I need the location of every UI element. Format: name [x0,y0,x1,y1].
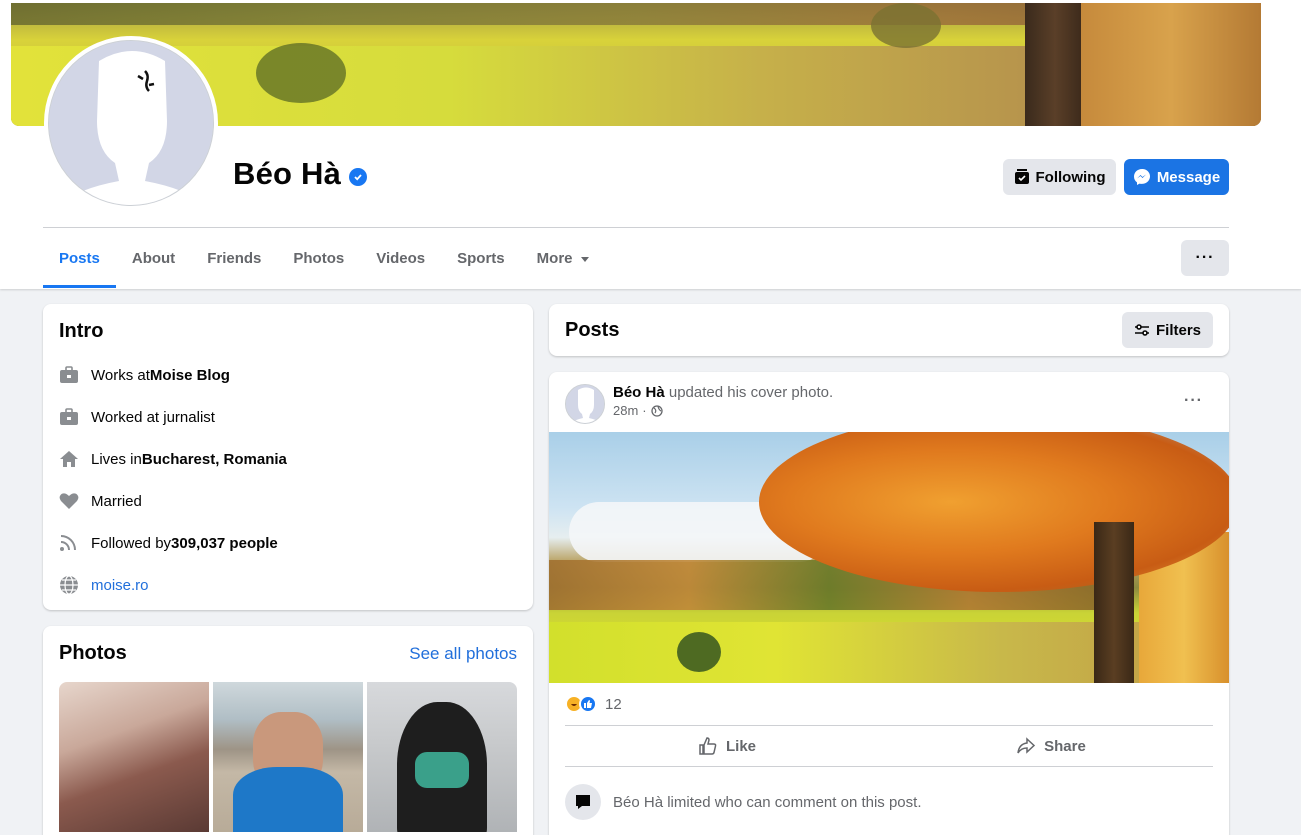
post-card: Béo Hà updated his cover photo. 28m · ··… [549,372,1229,835]
intro-title: Intro [59,320,104,342]
message-button[interactable]: Message [1124,159,1229,195]
post-timestamp[interactable]: 28m [613,403,638,418]
verified-badge-icon [349,168,368,186]
following-button[interactable]: Following [1003,159,1116,195]
photo-thumbnail[interactable] [59,682,209,832]
photos-card: Photos See all photos [43,626,533,835]
profile-picture[interactable] [44,36,218,210]
filters-button[interactable]: Filters [1121,312,1213,348]
photo-thumbnail[interactable] [367,682,517,832]
intro-card: Intro Works at Moise Blog Worked at jurn… [43,304,533,610]
intro-item-location: Lives in Bucharest, Romania [59,438,517,480]
briefcase-icon [59,365,79,385]
caret-down-icon [580,256,589,262]
share-arrow-icon [1017,737,1036,754]
post-photo[interactable] [549,432,1229,683]
photos-title: Photos [59,642,127,664]
posts-header: Posts Filters [549,304,1229,356]
like-reaction-icon [579,695,597,713]
profile-options-button[interactable]: ··· [1181,240,1229,276]
share-button[interactable]: Share [889,728,1213,764]
reaction-summary[interactable]: 12 [565,695,622,713]
profile-name: Béo Hà [233,156,342,191]
following-label: Following [1035,168,1106,186]
intro-item-website: moise.ro [59,564,517,606]
tab-friends[interactable]: Friends [191,228,277,288]
post-divider [565,725,1213,726]
tab-about[interactable]: About [116,228,191,288]
post-action-text: updated his cover photo. [664,384,834,401]
website-link[interactable]: moise.ro [91,577,149,594]
tab-photos[interactable]: Photos [277,228,360,288]
tab-posts[interactable]: Posts [43,228,116,288]
globe-icon[interactable] [650,404,663,417]
intro-item-past-work: Worked at jurnalist [59,396,517,438]
profile-tabs: Posts About Friends Photos Videos Sports… [43,228,605,288]
post-divider [565,766,1213,767]
intro-item-followers: Followed by 309,037 people [59,522,517,564]
tab-videos[interactable]: Videos [360,228,441,288]
default-avatar-icon [48,40,214,206]
globe-icon [59,575,79,595]
profile-header: Béo Hà Following Message Posts About Fri… [0,0,1301,289]
post-options-button[interactable]: ··· [1184,392,1203,410]
following-icon [1014,169,1029,184]
post-author-avatar[interactable] [565,384,605,424]
message-label: Message [1156,168,1221,186]
briefcase-icon [59,407,79,427]
post-author-name[interactable]: Béo Hà [613,384,665,401]
comment-restriction-note: Béo Hà limited who can comment on this p… [565,784,921,820]
posts-title: Posts [565,318,620,341]
see-all-photos-link[interactable]: See all photos [409,644,517,664]
reaction-count: 12 [605,695,622,713]
speech-bubble-icon [565,784,601,820]
like-button[interactable]: Like [565,728,889,764]
intro-item-work: Works at Moise Blog [59,354,517,396]
thumbs-up-icon [699,737,717,755]
tab-more[interactable]: More [521,228,605,288]
home-icon [59,449,79,469]
rss-icon [59,533,79,553]
messenger-icon [1133,169,1150,185]
tab-sports[interactable]: Sports [441,228,521,288]
photo-thumbnail[interactable] [213,682,363,832]
intro-item-relationship: Married [59,480,517,522]
sliders-icon [1134,324,1149,336]
heart-icon [59,491,79,511]
